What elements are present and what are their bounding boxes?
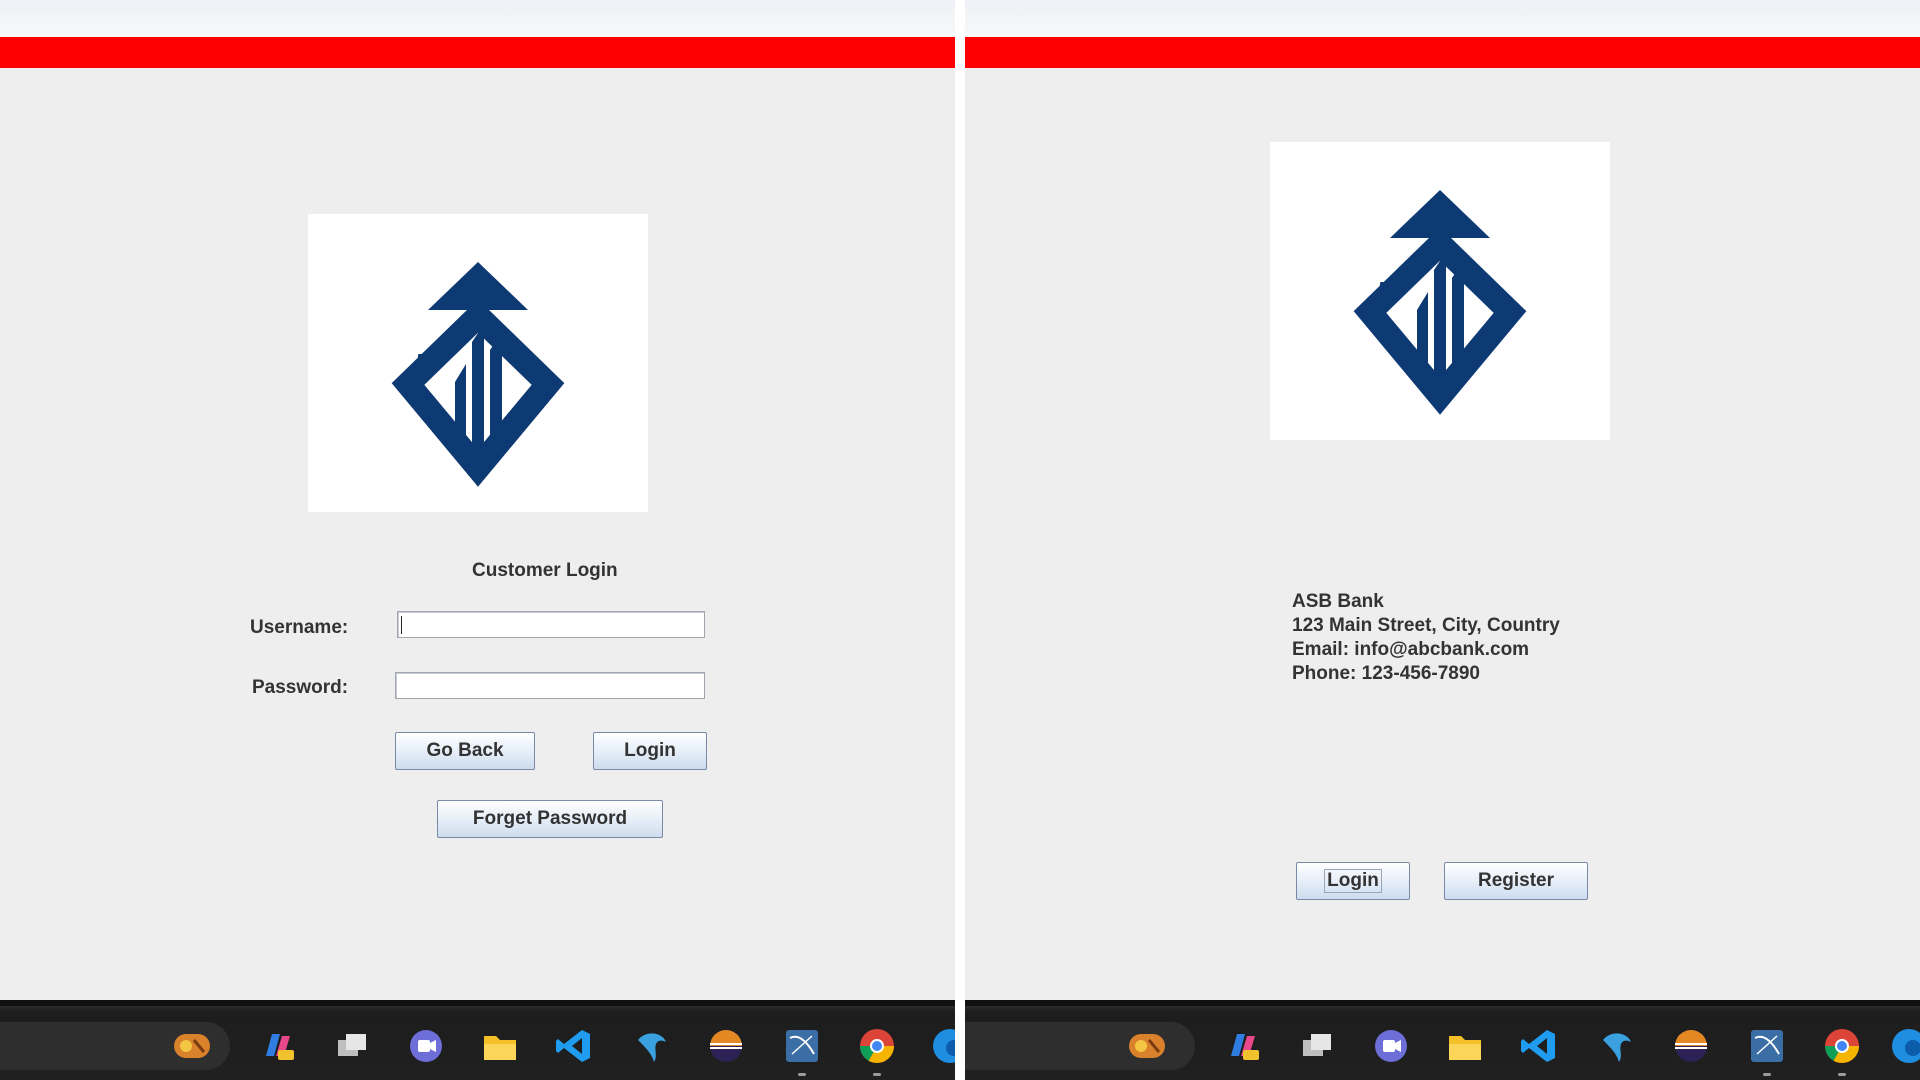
window-titlebar	[965, 0, 1920, 37]
text-cursor	[401, 616, 402, 634]
taskbar	[0, 1000, 955, 1080]
forget-password-button[interactable]: Forget Password	[437, 800, 663, 838]
asb-bank-logo-icon	[386, 262, 565, 487]
eclipse-icon[interactable]	[704, 1024, 748, 1068]
window-titlebar	[0, 0, 955, 37]
register-button-label: Register	[1477, 870, 1555, 891]
teams-icon[interactable]	[1369, 1024, 1413, 1068]
bank-logo	[1270, 142, 1610, 440]
mysql-workbench-icon[interactable]	[780, 1024, 824, 1076]
login-button-label: Login	[1324, 869, 1382, 893]
bank-address: 123 Main Street, City, Country	[1292, 615, 1560, 636]
bank-info-block: ASB Bank 123 Main Street, City, Country …	[1292, 590, 1560, 686]
mysql-icon[interactable]	[1595, 1024, 1639, 1068]
bank-name: ASB Bank	[1292, 591, 1384, 612]
go-back-button-label: Go Back	[426, 740, 504, 761]
mysql-icon[interactable]	[630, 1024, 674, 1068]
bank-logo	[308, 214, 648, 512]
running-indicator	[873, 1073, 881, 1076]
go-back-button[interactable]: Go Back	[395, 732, 535, 770]
task-view-icon[interactable]	[330, 1024, 374, 1068]
login-button[interactable]: Login	[1296, 862, 1410, 900]
running-indicator	[798, 1073, 806, 1076]
welcome-window: ASB Bank 123 Main Street, City, Country …	[965, 0, 1920, 1080]
login-button[interactable]: Login	[593, 732, 707, 770]
screenshot-divider	[955, 0, 965, 1080]
red-header-bar	[965, 37, 1920, 68]
mysql-workbench-icon[interactable]	[1745, 1024, 1789, 1076]
username-input[interactable]	[397, 611, 705, 638]
eclipse-icon[interactable]	[1669, 1024, 1713, 1068]
edge-icon[interactable]	[1887, 1024, 1920, 1068]
forget-password-button-label: Forget Password	[472, 808, 628, 829]
bank-phone: Phone: 123-456-7890	[1292, 663, 1480, 684]
login-window: Customer Login Username: Password: Go Ba…	[0, 0, 955, 1080]
chrome-icon[interactable]	[855, 1024, 899, 1076]
chrome-icon[interactable]	[1820, 1024, 1864, 1076]
login-button-label: Login	[624, 740, 676, 761]
bank-email: Email: info@abcbank.com	[1292, 639, 1530, 660]
running-indicator	[1763, 1073, 1771, 1076]
password-input[interactable]	[395, 672, 705, 699]
username-label: Username:	[250, 617, 349, 638]
asb-bank-logo-icon	[1348, 190, 1527, 415]
copilot-icon[interactable]	[1221, 1024, 1265, 1068]
teams-icon[interactable]	[404, 1024, 448, 1068]
file-explorer-icon[interactable]	[478, 1024, 522, 1068]
vscode-icon[interactable]	[1517, 1024, 1561, 1068]
search-icon[interactable]	[1125, 1024, 1169, 1068]
register-button[interactable]: Register	[1444, 862, 1588, 900]
red-header-bar	[0, 37, 955, 68]
taskbar	[965, 1000, 1920, 1080]
search-icon[interactable]	[170, 1024, 214, 1068]
vscode-icon[interactable]	[552, 1024, 596, 1068]
edge-icon[interactable]	[928, 1024, 955, 1068]
password-label: Password:	[252, 677, 349, 698]
page-title: Customer Login	[472, 560, 618, 581]
running-indicator	[1838, 1073, 1846, 1076]
task-view-icon[interactable]	[1295, 1024, 1339, 1068]
copilot-icon[interactable]	[256, 1024, 300, 1068]
file-explorer-icon[interactable]	[1443, 1024, 1487, 1068]
